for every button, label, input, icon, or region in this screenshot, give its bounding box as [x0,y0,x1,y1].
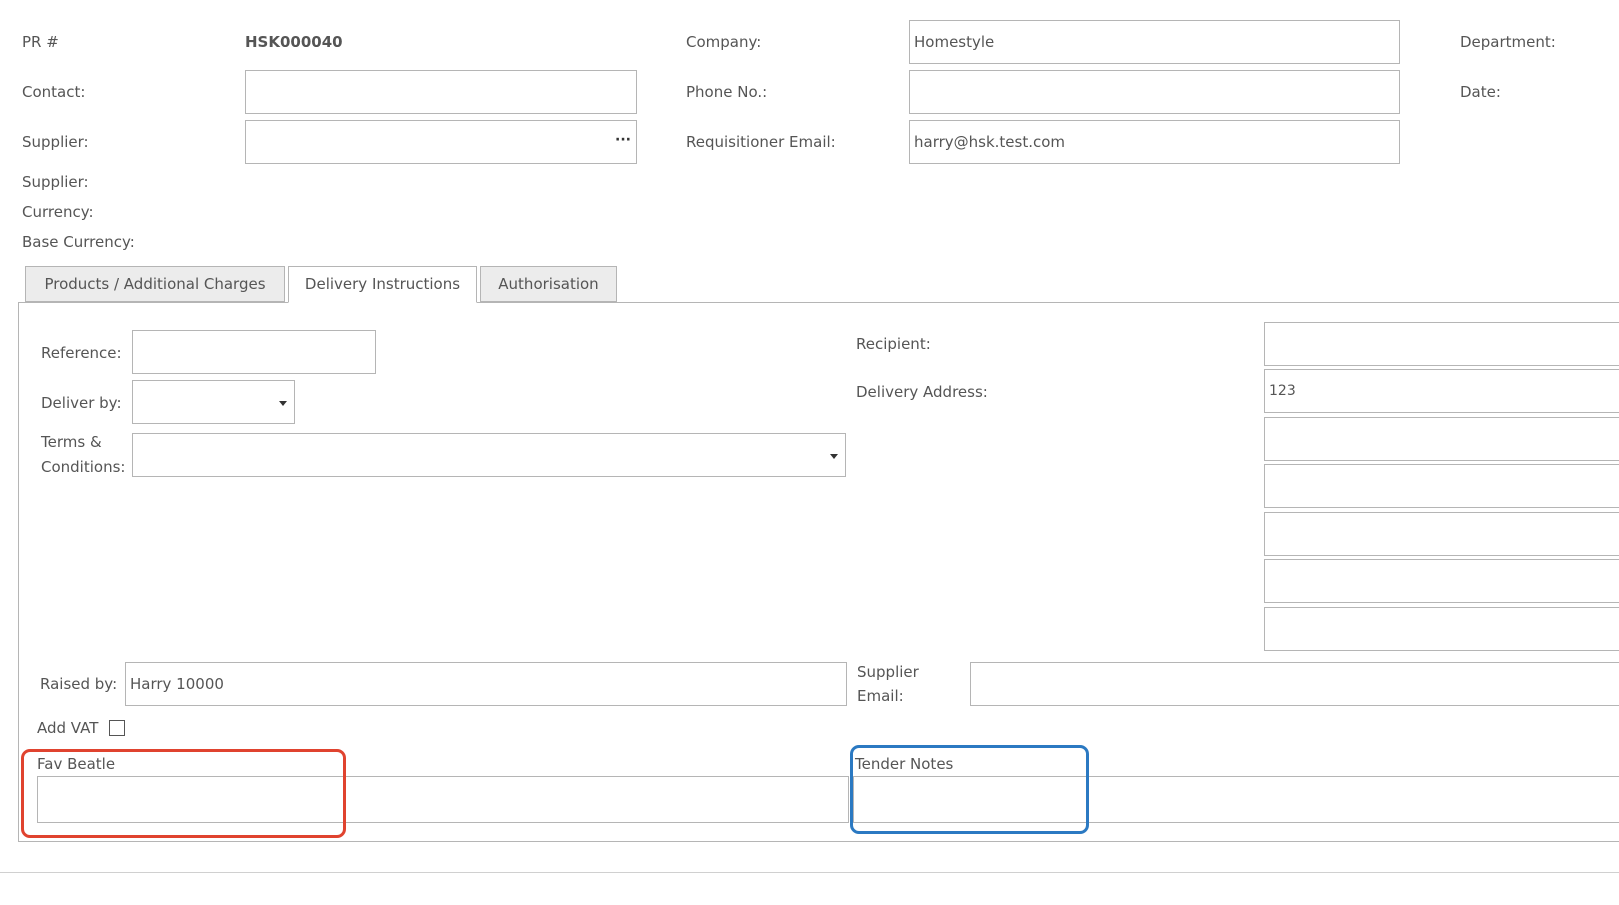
address-line-1-value: 123 [1269,383,1296,399]
contact-label: Contact: [22,83,86,101]
add-vat-label: Add VAT [37,719,99,737]
phone-label: Phone No.: [686,83,768,101]
tab-products-additional-charges[interactable]: Products / Additional Charges [25,266,285,302]
bottom-divider [0,872,1619,873]
terms-label-line1: Terms & [41,433,102,451]
add-vat-checkbox[interactable] [109,720,125,736]
address-line-3[interactable] [1264,464,1619,508]
address-line-6[interactable] [1264,607,1619,651]
chevron-down-icon [830,454,838,459]
supplier-label: Supplier: [22,133,89,151]
contact-field[interactable] [245,70,637,114]
raised-by-label: Raised by: [40,675,118,693]
supplier-lookup-button[interactable]: ··· [615,130,631,150]
address-line-5[interactable] [1264,559,1619,603]
deliver-by-select[interactable] [132,380,295,424]
tab-authorisation[interactable]: Authorisation [480,266,617,302]
supplier-email-label-line1: Supplier [857,663,919,681]
reference-field[interactable] [132,330,376,374]
delivery-address-label: Delivery Address: [856,383,988,401]
supplier-email-label-line2: Email: [857,687,904,705]
base-currency-label: Base Currency: [22,233,135,251]
fav-beatle-highlight-box [21,749,346,838]
raised-by-value: Harry 10000 [130,675,224,693]
terms-conditions-select[interactable] [132,433,846,477]
terms-label-line2: Conditions: [41,458,126,476]
company-label: Company: [686,33,762,51]
recipient-field[interactable] [1264,322,1619,366]
requisitioner-email-value: harry@hsk.test.com [914,133,1066,151]
tab-delivery-instructions[interactable]: Delivery Instructions [288,266,477,303]
pr-number-label: PR # [22,33,59,51]
raised-by-field[interactable]: Harry 10000 [125,662,847,706]
currency-label: Currency: [22,203,94,221]
chevron-down-icon [279,401,287,406]
address-line-2[interactable] [1264,417,1619,461]
phone-field[interactable] [909,70,1400,114]
address-line-1[interactable]: 123 [1264,369,1619,413]
tender-notes-highlight-box [850,745,1089,834]
requisitioner-email-field[interactable]: harry@hsk.test.com [909,120,1400,164]
address-line-4[interactable] [1264,512,1619,556]
supplier-field[interactable]: ··· [245,120,637,164]
requisitioner-email-label: Requisitioner Email: [686,133,836,151]
company-value: Homestyle [914,33,995,51]
supplier-info-label: Supplier: [22,173,89,191]
reference-label: Reference: [41,344,122,362]
pr-number-value: HSK000040 [245,33,343,51]
supplier-email-field[interactable] [970,662,1619,706]
department-label: Department: [1460,33,1556,51]
deliver-by-label: Deliver by: [41,394,122,412]
company-field[interactable]: Homestyle [909,20,1400,64]
recipient-label: Recipient: [856,335,931,353]
date-label: Date: [1460,83,1501,101]
